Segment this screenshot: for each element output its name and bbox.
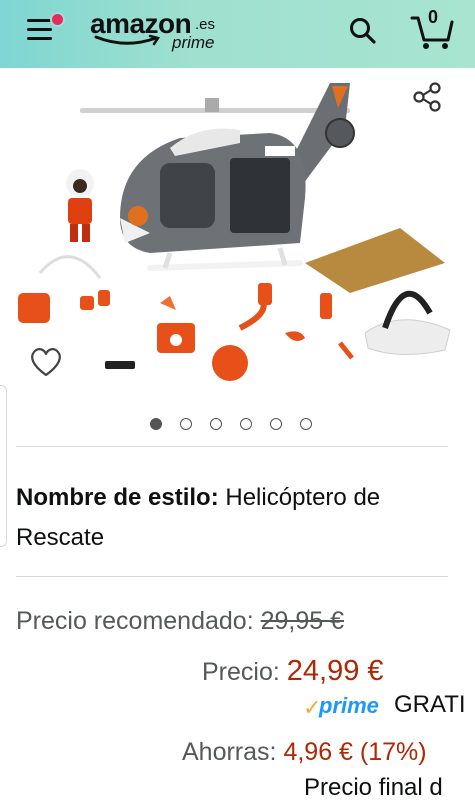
cart-count: 0 <box>428 7 439 27</box>
product-image <box>18 83 451 381</box>
top-header: amazon .es prime 0 <box>0 0 475 68</box>
carousel-dot[interactable] <box>300 418 312 430</box>
recommended-price-row: Precio recomendado: 29,95 € <box>16 607 344 636</box>
search-button[interactable] <box>346 14 380 48</box>
heart-icon <box>31 348 61 377</box>
prime-text: prime <box>319 693 379 718</box>
side-drawer-handle[interactable] <box>0 385 7 547</box>
savings-value: 4,96 € (17%) <box>283 738 427 766</box>
product-image-gallery[interactable] <box>0 68 475 418</box>
carousel-dot[interactable] <box>150 418 162 430</box>
carousel-dot[interactable] <box>180 418 192 430</box>
notification-dot <box>50 12 65 27</box>
logo-smile-icon <box>94 34 161 46</box>
menu-icon-bar <box>27 28 52 31</box>
price-row: Precio: 24,99 € <box>202 655 384 688</box>
search-icon <box>350 18 376 44</box>
final-price-label: Precio final d <box>304 774 443 801</box>
menu-icon-bar <box>27 37 52 40</box>
menu-icon-bar <box>27 19 52 22</box>
section-divider <box>16 446 448 447</box>
image-carousel-indicator <box>150 418 330 432</box>
share-icon <box>413 82 441 112</box>
share-button[interactable] <box>410 80 444 114</box>
add-to-wishlist-button[interactable] <box>28 345 64 379</box>
logo-prime: prime <box>172 33 215 52</box>
carousel-dot[interactable] <box>270 418 282 430</box>
section-divider <box>16 576 448 577</box>
logo-tld: .es <box>195 16 216 33</box>
style-name-selector[interactable]: Nombre de estilo: Helicóptero de Rescate <box>16 478 456 558</box>
recommended-price-label: Precio recomendado: <box>16 607 254 635</box>
recommended-price-value: 29,95 € <box>260 607 345 635</box>
cart-button[interactable]: 0 <box>408 7 456 52</box>
carousel-dot[interactable] <box>240 418 252 430</box>
menu-button[interactable] <box>24 12 65 44</box>
amazon-prime-logo[interactable]: amazon .es prime <box>90 8 220 52</box>
price-label: Precio: <box>202 658 280 686</box>
savings-row: Ahorras: 4,96 € (17%) <box>182 738 427 767</box>
carousel-dot[interactable] <box>210 418 222 430</box>
savings-label: Ahorras: <box>182 738 277 766</box>
style-label: Nombre de estilo: <box>16 484 219 511</box>
free-shipping-text: GRATI <box>394 691 466 718</box>
price-value: 24,99 € <box>286 655 384 687</box>
